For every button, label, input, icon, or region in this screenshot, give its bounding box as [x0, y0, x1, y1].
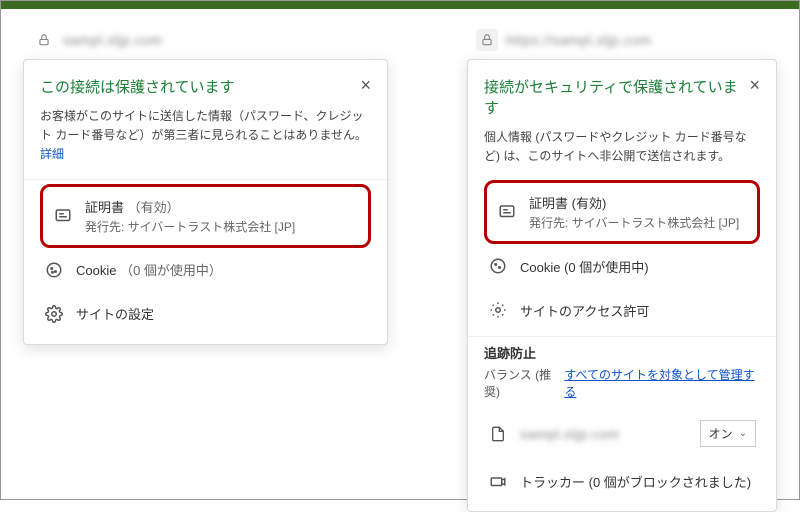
gear-icon: [44, 304, 64, 324]
cookie-icon: [488, 256, 508, 276]
tracking-toggle[interactable]: オン ⌄: [700, 420, 756, 447]
site-settings-row[interactable]: サイトの設定: [40, 292, 371, 336]
tracker-row[interactable]: トラッカー (0 個がブロックされました): [484, 459, 760, 503]
permissions-row[interactable]: サイトのアクセス許可: [484, 288, 760, 332]
certificate-row[interactable]: 証明書 （有効） 発行先: サイバートラスト株式会社 [JP]: [51, 193, 360, 239]
site-settings-label: サイトの設定: [76, 304, 367, 323]
panel-description: 個人情報 (パスワードやクレジット カード番号など) は、このサイトへ非公開で送…: [484, 128, 760, 166]
file-icon: [488, 424, 508, 444]
cookie-icon: [44, 260, 64, 280]
connection-panel-edge: 接続がセキュリティで保護されています × 個人情報 (パスワードやクレジット カ…: [467, 59, 777, 512]
details-link[interactable]: 詳細: [40, 147, 64, 161]
certificate-highlight: 証明書 (有効) 発行先: サイバートラスト株式会社 [JP]: [484, 180, 760, 244]
address-bar-left: sampl.sljp.com: [33, 29, 163, 51]
manage-trackers-link[interactable]: すべてのサイトを対象として管理する: [564, 366, 760, 400]
cookie-status: （0 個が使用中）: [120, 263, 222, 278]
panel-title: この接続は保護されています: [40, 76, 235, 97]
panel-description: お客様がこのサイトに送信した情報（パスワード、クレジット カード番号など）が第三…: [40, 107, 371, 165]
cookie-label: Cookie: [76, 263, 116, 278]
connection-panel-chrome: この接続は保護されています × お客様がこのサイトに送信した情報（パスワード、ク…: [23, 59, 388, 345]
certificate-icon: [497, 202, 517, 222]
domain-row: sampl.sljp.com オン ⌄: [484, 408, 760, 459]
divider: [468, 336, 776, 337]
top-accent-bar: [1, 1, 799, 9]
cert-issuer: 発行先: サイバートラスト株式会社 [JP]: [85, 218, 358, 235]
divider: [24, 179, 387, 180]
balance-label: バランス (推奨): [484, 366, 564, 400]
address-text: https://sampl.sljp.com: [506, 32, 652, 48]
chevron-down-icon: ⌄: [739, 428, 747, 439]
certificate-row[interactable]: 証明書 (有効) 発行先: サイバートラスト株式会社 [JP]: [495, 189, 749, 235]
cert-issuer: 発行先: サイバートラスト株式会社 [JP]: [529, 214, 747, 231]
address-bar-right: https://sampl.sljp.com: [476, 29, 652, 51]
tracker-label: トラッカー (0 個がブロックされました): [520, 472, 756, 491]
lock-icon[interactable]: [33, 29, 55, 51]
address-text: sampl.sljp.com: [63, 32, 163, 48]
tracker-icon: [488, 471, 508, 491]
cookie-row[interactable]: Cookie (0 個が使用中): [484, 244, 760, 288]
cookie-label: Cookie (0 個が使用中): [520, 257, 756, 276]
cert-label: 証明書 (有効): [529, 193, 747, 212]
panel-title: 接続がセキュリティで保護されています: [484, 76, 749, 118]
cert-label: 証明書: [85, 200, 124, 215]
close-icon[interactable]: ×: [360, 76, 371, 94]
certificate-icon: [53, 206, 73, 226]
certificate-highlight: 証明書 （有効） 発行先: サイバートラスト株式会社 [JP]: [40, 184, 371, 248]
domain-text: sampl.sljp.com: [520, 426, 688, 442]
close-icon[interactable]: ×: [749, 76, 760, 94]
cert-status: （有効）: [128, 200, 180, 215]
lock-icon[interactable]: [476, 29, 498, 51]
cookie-row[interactable]: Cookie （0 個が使用中）: [40, 248, 371, 292]
permissions-label: サイトのアクセス許可: [520, 301, 756, 320]
gear-icon: [488, 300, 508, 320]
tracking-title: 追跡防止: [484, 343, 760, 362]
